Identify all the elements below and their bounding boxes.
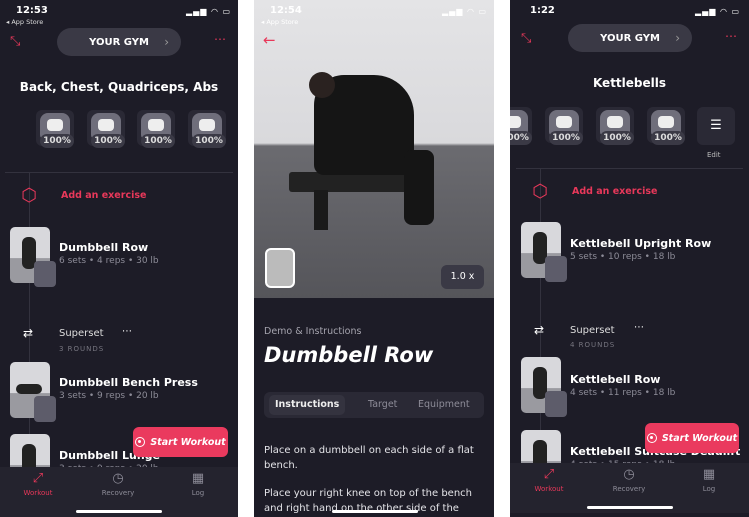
record-icon xyxy=(135,437,146,447)
muscle-quadriceps[interactable]: 100% xyxy=(596,107,634,145)
superset-repeat-icon: ⇄ xyxy=(23,326,34,340)
status-time: 12:54 xyxy=(270,5,302,16)
record-icon xyxy=(646,433,657,443)
exercise-thumbnail[interactable] xyxy=(521,222,567,282)
muscle-chest[interactable]: 100% xyxy=(510,107,532,145)
superset-rounds: 4 ROUNDS xyxy=(570,341,616,349)
workout-screen-2: 1:22 ▂▄▆ ◠ ▭ ⤡ YOUR GYM › ⋯ Kettlebells 1… xyxy=(510,0,749,517)
workout-title: Kettlebells xyxy=(592,76,667,90)
arrows-expand-icon: ⤢ xyxy=(543,467,555,482)
status-icons: ▂▄▆ ◠ ▭ xyxy=(442,7,488,16)
exercise-thumbnail[interactable] xyxy=(10,362,56,422)
start-workout-button[interactable]: Start Workout xyxy=(133,427,228,457)
exercise-meta: 6 sets • 4 reps • 30 lb xyxy=(59,256,159,266)
section-subtitle: Demo & Instructions xyxy=(264,326,362,337)
superset-label: Superset xyxy=(59,328,104,339)
tab-equipment[interactable]: Equipment xyxy=(418,399,470,410)
exercise-detail-screen: 12:54 ◂ App Store ▂▄▆ ◠ ▭ ← 1.0 x Demo &… xyxy=(254,0,494,517)
gym-label: YOUR GYM xyxy=(600,32,660,44)
chevron-right-icon: › xyxy=(675,31,680,45)
tab-target[interactable]: Target xyxy=(368,399,397,410)
edit-muscles-button[interactable]: ☰ xyxy=(697,107,735,145)
detail-tabs: Instructions Target Equipment xyxy=(264,392,484,418)
superset-more-icon[interactable]: ⋯ xyxy=(122,326,132,337)
back-arrow-icon[interactable]: ← xyxy=(263,31,276,49)
playback-speed-button[interactable]: 1.0 x xyxy=(441,265,484,289)
tab-instructions[interactable]: Instructions xyxy=(269,395,346,415)
exercise-name[interactable]: Kettlebell Upright Row xyxy=(570,237,711,250)
exercise-meta: 3 sets • 9 reps • 20 lb xyxy=(59,391,159,401)
tab-recovery[interactable]: ◷ Recovery xyxy=(599,467,659,493)
tab-log[interactable]: ▦ Log xyxy=(168,471,228,497)
tab-workout[interactable]: ⤢ Workout xyxy=(519,467,579,493)
divider xyxy=(516,168,743,169)
edit-label: Edit xyxy=(707,151,721,159)
instruction-step: Place on a dumbbell on each side of a fl… xyxy=(264,445,474,471)
add-exercise-link[interactable]: Add an exercise xyxy=(61,190,146,201)
exercise-name[interactable]: Dumbbell Bench Press xyxy=(59,376,198,389)
more-icon[interactable]: ⋯ xyxy=(725,29,737,43)
gym-selector[interactable]: YOUR GYM › xyxy=(568,24,692,52)
workout-generator-icon[interactable]: ⤡ xyxy=(521,31,531,46)
status-icons: ▂▄▆ ◠ ▭ xyxy=(186,7,232,16)
exercise-thumbnail[interactable] xyxy=(521,357,567,417)
home-indicator xyxy=(587,506,673,509)
muscle-back[interactable]: 100% xyxy=(36,110,74,148)
muscle-quadriceps[interactable]: 100% xyxy=(137,110,175,148)
exercise-name[interactable]: Dumbbell Row xyxy=(59,241,148,254)
calendar-icon: ▦ xyxy=(702,467,716,482)
bench-shape xyxy=(289,172,409,192)
exercise-meta: 5 sets • 10 reps • 18 lb xyxy=(570,252,676,262)
home-indicator xyxy=(332,510,418,513)
muscle-abs[interactable]: 100% xyxy=(188,110,226,148)
tab-log[interactable]: ▦ Log xyxy=(679,467,739,493)
exercise-title: Dumbbell Row xyxy=(264,343,434,367)
back-to-app-store[interactable]: ◂ App Store xyxy=(261,18,298,26)
exercise-thumbnail[interactable] xyxy=(10,227,56,287)
workout-generator-icon[interactable]: ⤡ xyxy=(10,34,20,49)
exercise-name[interactable]: Kettlebell Row xyxy=(570,373,660,386)
muscle-chest[interactable]: 100% xyxy=(87,110,125,148)
add-exercise-link[interactable]: Add an exercise xyxy=(572,186,657,197)
status-icons: ▂▄▆ ◠ ▭ xyxy=(695,7,741,16)
arrows-expand-icon: ⤢ xyxy=(32,471,44,486)
workout-screen-1: 12:53 ◂ App Store ▂▄▆ ◠ ▭ ⤡ YOUR GYM › ⋯ … xyxy=(0,0,238,517)
workout-title: Back, Chest, Quadriceps, Abs xyxy=(19,80,219,94)
timeline-line xyxy=(540,168,541,458)
add-hexagon-icon[interactable]: ⬡ xyxy=(529,181,551,203)
muscle-abs[interactable]: 100% xyxy=(647,107,685,145)
superset-more-icon[interactable]: ⋯ xyxy=(634,322,644,333)
superset-repeat-icon: ⇄ xyxy=(534,323,545,337)
timeline-line xyxy=(29,172,30,462)
calendar-icon: ▦ xyxy=(191,471,205,486)
gym-label: YOUR GYM xyxy=(89,36,149,48)
recovery-clock-icon: ◷ xyxy=(112,471,124,486)
superset-label: Superset xyxy=(570,325,615,336)
divider xyxy=(5,172,233,173)
start-workout-button[interactable]: Start Workout xyxy=(645,423,739,453)
status-time: 1:22 xyxy=(530,5,555,16)
muscle-back[interactable]: 100% xyxy=(545,107,583,145)
sliders-icon: ☰ xyxy=(710,118,722,133)
recovery-clock-icon: ◷ xyxy=(623,467,635,482)
tab-workout[interactable]: ⤢ Workout xyxy=(8,471,68,497)
home-indicator xyxy=(76,510,162,513)
exercise-meta: 4 sets • 11 reps • 18 lb xyxy=(570,388,676,398)
chevron-right-icon: › xyxy=(164,35,169,49)
superset-rounds: 3 ROUNDS xyxy=(59,345,105,353)
add-hexagon-icon[interactable]: ⬡ xyxy=(18,185,40,207)
video-angle-thumbnail[interactable] xyxy=(265,248,295,288)
back-to-app-store[interactable]: ◂ App Store xyxy=(6,18,43,26)
status-time: 12:53 xyxy=(16,5,48,16)
more-icon[interactable]: ⋯ xyxy=(214,32,226,46)
gym-selector[interactable]: YOUR GYM › xyxy=(57,28,181,56)
tab-recovery[interactable]: ◷ Recovery xyxy=(88,471,148,497)
